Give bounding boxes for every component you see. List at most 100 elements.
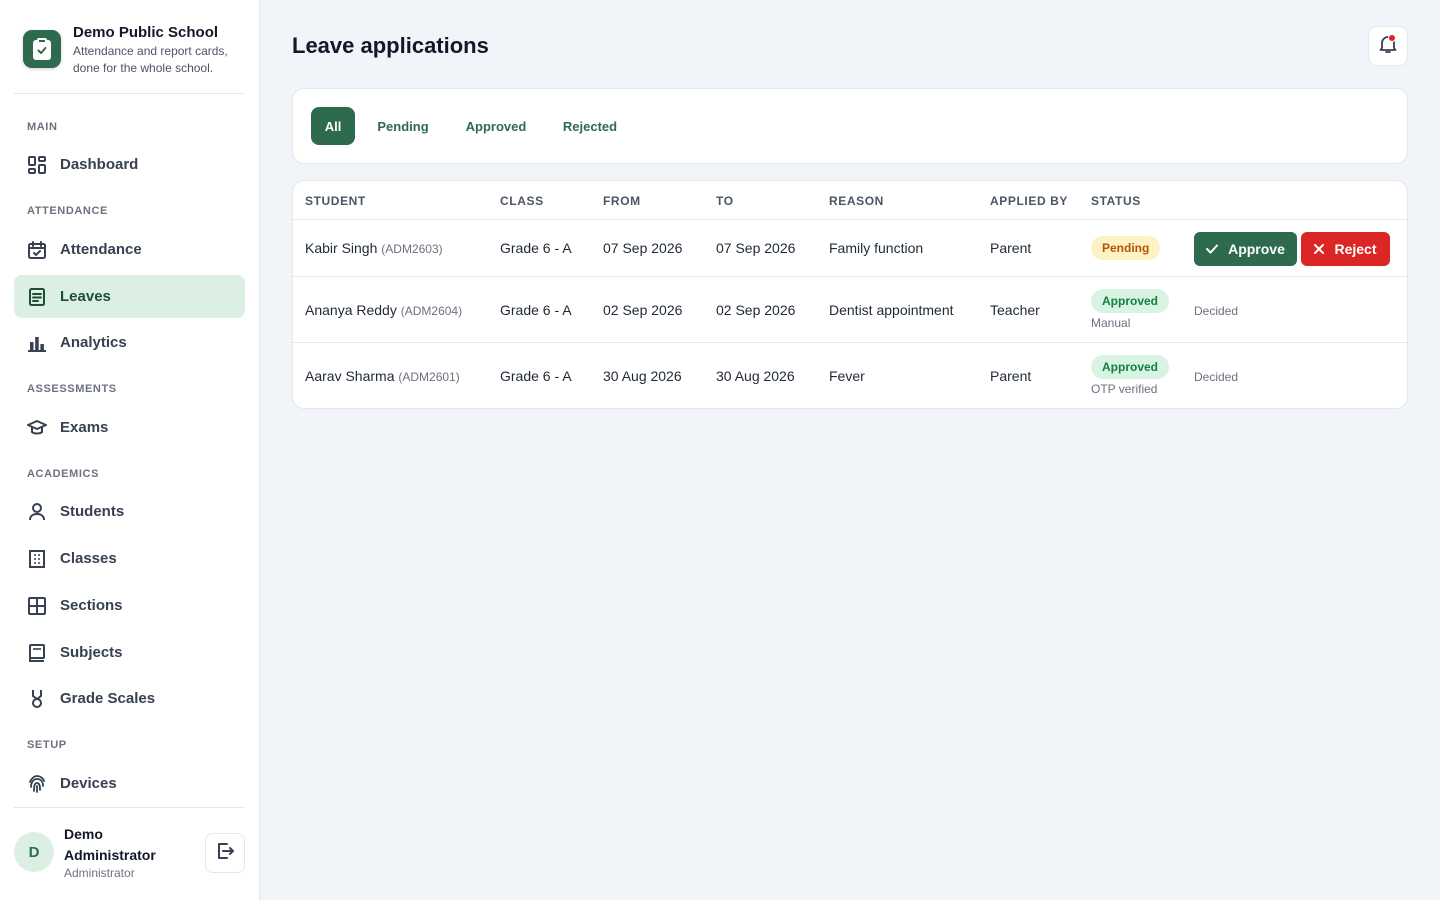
filter-tab-pending[interactable]: Pending [365,107,441,145]
from-date-cell: 30 Aug 2026 [603,368,682,384]
section-label-academics: ACADEMICS [27,468,100,480]
sidebar: Demo Public School Attendance and report… [0,0,260,900]
sidebar-item-label: Leaves [60,288,111,305]
column-header-reason: REASON [829,194,884,208]
leave-table: STUDENT CLASS FROM TO REASON APPLIED BY … [292,180,1408,409]
grid-icon [27,596,47,616]
column-header-to: TO [716,194,734,208]
sidebar-item-leaves[interactable]: Leaves [14,275,245,318]
applied-by-cell: Parent [990,240,1032,256]
sidebar-item-label: Grade Scales [60,690,156,707]
sidebar-item-devices[interactable]: Devices [14,762,245,805]
reason-cell: Fever [829,368,865,384]
approve-label: Approve [1228,241,1285,257]
dashboard-icon [27,155,47,175]
sidebar-item-label: Devices [60,775,117,792]
decided-text: Decided [1194,370,1239,384]
book-icon [27,643,47,663]
student-name: Ananya Reddy [305,302,397,318]
table-row: Ananya Reddy (ADM2604) Grade 6 - A 02 Se… [293,276,1407,342]
avatar: D [14,832,54,872]
student-cell: Aarav Sharma (ADM2601) [305,368,460,384]
filter-bar: All Pending Approved Rejected [292,88,1408,164]
filter-tab-approved[interactable]: Approved [453,107,539,145]
student-cell: Kabir Singh (ADM2603) [305,240,443,256]
user-icon [27,502,47,522]
status-note: Manual [1091,316,1131,330]
table-row: Aarav Sharma (ADM2601) Grade 6 - A 30 Au… [293,342,1407,408]
sidebar-item-students[interactable]: Students [14,490,245,533]
building-icon [27,549,47,569]
fingerprint-icon [27,774,47,794]
brand-name: Demo Public School [73,24,219,41]
sidebar-item-label: Analytics [60,334,127,351]
class-cell: Grade 6 - A [500,368,572,384]
logout-button[interactable] [205,833,245,873]
user-role: Administrator [64,866,135,880]
status-badge: Pending [1091,236,1161,260]
sidebar-item-label: Subjects [60,644,123,661]
sidebar-item-grade-scales[interactable]: Grade Scales [14,677,245,720]
column-header-class: CLASS [500,194,544,208]
sidebar-item-label: Dashboard [60,156,139,173]
reason-cell: Dentist appointment [829,302,954,318]
page-title: Leave applications [292,33,489,58]
sidebar-item-sections[interactable]: Sections [14,584,245,627]
reason-cell: Family function [829,240,924,256]
close-icon [1314,244,1325,254]
from-date-cell: 07 Sep 2026 [603,240,683,256]
clipboard-check-icon [23,30,61,68]
admission-number: (ADM2603) [381,242,443,256]
status-badge: Approved [1091,289,1170,313]
section-label-main: MAIN [27,121,58,133]
column-header-from: FROM [603,194,641,208]
status-badge: Approved [1091,355,1170,379]
to-date-cell: 07 Sep 2026 [716,240,796,256]
sidebar-item-exams[interactable]: Exams [14,406,245,449]
admission-number: (ADM2604) [400,304,463,318]
decided-text: Decided [1194,304,1239,318]
applied-by-cell: Parent [990,368,1032,384]
admission-number: (ADM2601) [398,370,460,384]
class-cell: Grade 6 - A [500,302,572,318]
sidebar-item-classes[interactable]: Classes [14,537,245,580]
user-name: Demo Administrator [64,826,156,863]
filter-tab-all[interactable]: All [311,107,355,145]
medal-icon [27,689,47,709]
approve-button[interactable]: Approve [1194,232,1297,266]
section-label-attendance: ATTENDANCE [27,205,108,217]
sidebar-item-label: Exams [60,419,109,436]
table-row: Kabir Singh (ADM2603) Grade 6 - A 07 Sep… [293,219,1407,276]
filter-tab-rejected[interactable]: Rejected [551,107,629,145]
graduation-cap-icon [27,418,47,438]
column-header-applied-by: APPLIED BY [990,194,1069,208]
to-date-cell: 02 Sep 2026 [716,302,796,318]
column-header-status: STATUS [1091,194,1141,208]
section-label-assessments: ASSESSMENTS [27,383,117,395]
notification-dot [1388,34,1396,42]
sidebar-item-dashboard[interactable]: Dashboard [14,143,245,186]
sidebar-item-subjects[interactable]: Subjects [14,631,245,674]
reject-button[interactable]: Reject [1301,232,1390,266]
student-name: Kabir Singh [305,240,378,256]
student-cell: Ananya Reddy (ADM2604) [305,302,462,318]
class-cell: Grade 6 - A [500,240,572,256]
section-label-setup: SETUP [27,739,67,751]
applied-by-cell: Teacher [990,302,1040,318]
to-date-cell: 30 Aug 2026 [716,368,795,384]
student-name: Aarav Sharma [305,368,395,384]
from-date-cell: 02 Sep 2026 [603,302,683,318]
sidebar-item-label: Sections [60,597,123,614]
column-header-student: STUDENT [305,194,366,208]
sidebar-item-attendance[interactable]: Attendance [14,228,245,271]
status-note: OTP verified [1091,382,1158,396]
document-icon [27,287,47,307]
logout-icon [216,842,234,865]
sidebar-item-label: Classes [60,550,117,567]
user-profile: D Demo Administrator Administrator [14,807,245,900]
sidebar-item-label: Attendance [60,241,142,258]
sidebar-item-label: Students [60,503,125,520]
notifications-button[interactable] [1368,26,1408,66]
calendar-check-icon [27,240,47,260]
sidebar-item-analytics[interactable]: Analytics [14,321,245,364]
